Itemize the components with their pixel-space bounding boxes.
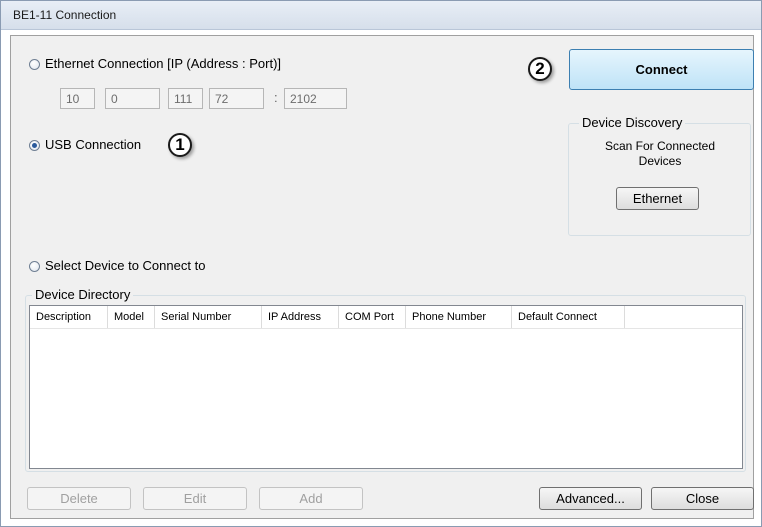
callout-marker-1: 1 (168, 133, 192, 157)
connect-button[interactable]: Connect (569, 49, 754, 90)
column-header-description[interactable]: Description (30, 306, 108, 328)
window-title: BE1-11 Connection (13, 8, 117, 22)
select-device-radio[interactable] (29, 261, 40, 272)
device-discovery-group: Device Discovery Scan For Connected Devi… (568, 115, 751, 236)
usb-connection-radio[interactable] (29, 140, 40, 151)
header-divider (30, 328, 742, 329)
ethernet-connection-radio[interactable] (29, 59, 40, 70)
connection-dialog: BE1-11 Connection Ethernet Connection [I… (0, 0, 762, 527)
select-device-label[interactable]: Select Device to Connect to (45, 258, 205, 273)
delete-button[interactable]: Delete (27, 487, 131, 510)
ethernet-scan-button[interactable]: Ethernet (616, 187, 699, 210)
title-bar[interactable]: BE1-11 Connection (1, 1, 761, 30)
usb-connection-label[interactable]: USB Connection (45, 137, 141, 152)
dialog-body: Ethernet Connection [IP (Address : Port)… (10, 35, 754, 519)
column-header-ip-address[interactable]: IP Address (262, 306, 339, 328)
device-directory-group: Device Directory Description Model Seria… (25, 287, 746, 472)
device-directory-list[interactable]: Description Model Serial Number IP Addre… (29, 305, 743, 469)
column-header-com-port[interactable]: COM Port (339, 306, 406, 328)
port-field[interactable]: 2102 (284, 88, 347, 109)
port-separator: : (274, 90, 278, 105)
device-directory-title: Device Directory (32, 287, 134, 302)
ip-octet-3-field[interactable]: 111 (168, 88, 203, 109)
ip-octet-2-field[interactable]: 0 (105, 88, 160, 109)
edit-button[interactable]: Edit (143, 487, 247, 510)
scan-devices-text: Scan For Connected Devices (604, 139, 716, 168)
device-discovery-title: Device Discovery (579, 115, 686, 130)
ethernet-connection-label[interactable]: Ethernet Connection [IP (Address : Port)… (45, 56, 281, 71)
close-button[interactable]: Close (651, 487, 754, 510)
advanced-button[interactable]: Advanced... (539, 487, 642, 510)
ip-octet-4-field[interactable]: 72 (209, 88, 264, 109)
column-header-default-connect[interactable]: Default Connect (512, 306, 625, 328)
add-button[interactable]: Add (259, 487, 363, 510)
column-header-model[interactable]: Model (108, 306, 155, 328)
column-header-phone-number[interactable]: Phone Number (406, 306, 512, 328)
callout-marker-2: 2 (528, 57, 552, 81)
column-header-serial-number[interactable]: Serial Number (155, 306, 262, 328)
ip-octet-1-field[interactable]: 10 (60, 88, 95, 109)
